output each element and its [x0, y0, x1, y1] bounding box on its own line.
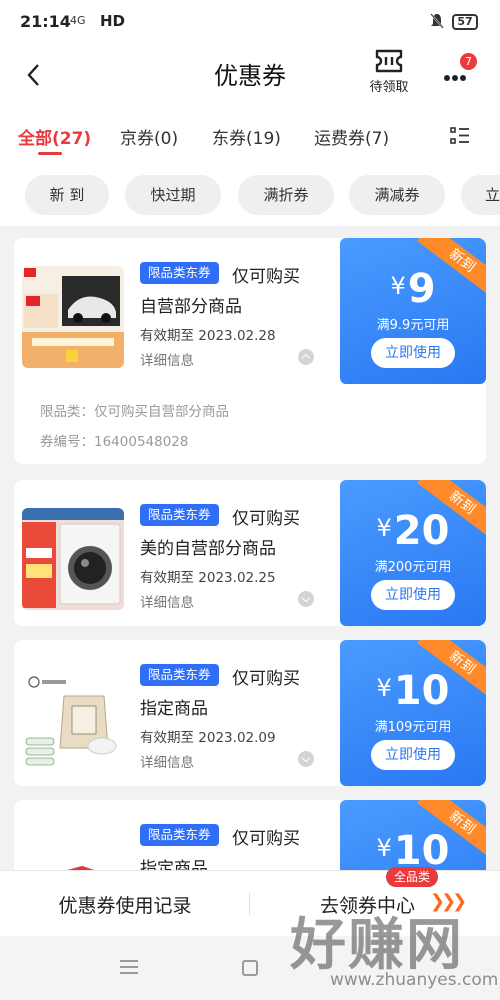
coupon-value-panel: 新到 ¥9 满9.9元可用 立即使用 — [340, 238, 486, 384]
bar-divider — [249, 893, 250, 915]
product-image-lego — [22, 266, 124, 368]
status-time: 21:14 — [20, 12, 71, 31]
coupon-amount: ¥10 — [340, 668, 486, 714]
coupon-type-tag: 限品类东券 — [140, 262, 219, 284]
mute-icon — [430, 13, 444, 29]
use-now-button[interactable]: 立即使用 — [371, 580, 455, 610]
coupon-condition: 满109元可用 — [374, 720, 452, 735]
home-nav-button[interactable] — [242, 960, 258, 976]
tab-shipping-coupon[interactable]: 运费券(7) — [314, 124, 389, 149]
expand-chevron-icon[interactable] — [298, 591, 314, 607]
filter-discount[interactable]: 满折券 — [238, 175, 334, 215]
product-image-washer — [22, 508, 124, 610]
filter-expiring[interactable]: 快过期 — [125, 175, 221, 215]
filter-chips: 新 到 快过期 满折券 满减券 立 — [0, 164, 500, 226]
status-bar: 21:14 4G HD 57 — [0, 0, 500, 46]
coupon-detail-link[interactable]: 详细信息 — [140, 591, 194, 611]
tabs-fade — [418, 116, 440, 152]
product-image-rice — [22, 668, 124, 770]
coupon-type-tag: 限品类东券 — [140, 664, 219, 686]
watermark-url: www.zhuanyes.com — [330, 970, 499, 990]
amount-value: 9 — [407, 266, 436, 312]
expand-chevron-icon[interactable] — [298, 751, 314, 767]
watermark-title: 好赚网 — [290, 913, 464, 978]
message-badge: 7 — [460, 53, 477, 70]
coupon-expiry: 有效期至 2023.02.09 — [140, 730, 276, 746]
more-icon — [444, 74, 468, 83]
coupon-usage-record-button[interactable]: 优惠券使用记录 — [0, 891, 250, 918]
coupon-type-tag: 限品类东券 — [140, 504, 219, 526]
all-category-badge: 全品类 — [386, 867, 439, 887]
coupon-card: 限品类东券 仅可购买 自营部分商品 有效期至 2023.02.28 详细信息 新… — [14, 238, 486, 464]
currency-symbol: ¥ — [376, 674, 392, 702]
page-title: 优惠券 — [214, 62, 286, 90]
coupon-condition: 满9.9元可用 — [376, 318, 450, 333]
network-label: HD — [100, 12, 126, 30]
coupon-scope-line1: 仅可购买 — [232, 267, 300, 287]
coupon-amount: ¥9 — [340, 266, 486, 312]
menu-nav-button[interactable] — [120, 960, 138, 976]
tab-all[interactable]: 全部(27) — [18, 124, 91, 149]
coupon-scope-line1: 仅可购买 — [232, 669, 300, 689]
signal-icon: 4G — [70, 14, 86, 27]
pending-label: 待领取 — [369, 80, 409, 95]
coupon-value-panel: 新到 ¥10 满109元可用 立即使用 — [340, 640, 486, 786]
filter-new[interactable]: 新 到 — [25, 175, 109, 215]
filter-full-reduction[interactable]: 满减券 — [349, 175, 445, 215]
coupon-scope-line2: 自营部分商品 — [140, 297, 242, 317]
active-tab-indicator — [38, 152, 62, 155]
coupon-card: 限品类东券 仅可购买 美的自营部分商品 有效期至 2023.02.25 详细信息… — [14, 480, 486, 626]
site-watermark: 好赚网 www.zhuanyes.com — [290, 896, 500, 1000]
coupon-category-info: 限品类：仅可购买自营部分商品 — [40, 404, 229, 420]
coupon-card: 限品类东券 仅可购买 指定商品 有效期至 2023.02.09 详细信息 新到 … — [14, 640, 486, 786]
ticket-icon — [375, 49, 403, 73]
tab-jing-coupon[interactable]: 京券(0) — [120, 124, 178, 149]
battery-icon: 57 — [452, 14, 478, 30]
coupon-amount: ¥20 — [340, 508, 486, 554]
amount-value: 10 — [393, 668, 450, 714]
filter-more[interactable]: 立 — [461, 175, 500, 215]
use-now-button[interactable]: 立即使用 — [371, 338, 455, 368]
list-menu-icon[interactable] — [450, 126, 470, 146]
coupon-type-tag: 限品类东券 — [140, 824, 219, 846]
coupon-number: 券编号：16400548028 — [40, 434, 189, 450]
currency-symbol: ¥ — [390, 272, 406, 300]
coupon-scope-line2: 美的自营部分商品 — [140, 539, 276, 559]
more-button[interactable]: 7 — [440, 53, 477, 90]
coupon-extra-info: 限品类：仅可购买自营部分商品 券编号：16400548028 — [14, 384, 340, 464]
coupon-scope-line1: 仅可购买 — [232, 829, 300, 849]
coupon-condition: 满200元可用 — [374, 560, 452, 575]
tab-dong-coupon[interactable]: 东券(19) — [212, 124, 281, 149]
collapse-chevron-icon[interactable] — [298, 349, 314, 365]
coupon-scope-line2: 指定商品 — [140, 699, 208, 719]
coupon-value-panel: 新到 ¥20 满200元可用 立即使用 — [340, 480, 486, 626]
use-now-button[interactable]: 立即使用 — [371, 740, 455, 770]
coupon-type-tabs: 全部(27) 京券(0) 东券(19) 运费券(7) — [0, 104, 500, 164]
currency-symbol: ¥ — [376, 514, 392, 542]
amount-value: 20 — [393, 508, 450, 554]
coupon-detail-link[interactable]: 详细信息 — [140, 751, 194, 771]
currency-symbol: ¥ — [376, 834, 392, 862]
pending-coupons-button[interactable]: 待领取 — [364, 48, 414, 95]
coupon-expiry: 有效期至 2023.02.28 — [140, 328, 276, 344]
coupon-expiry: 有效期至 2023.02.25 — [140, 570, 276, 586]
coupon-scope-line1: 仅可购买 — [232, 509, 300, 529]
coupon-detail-link[interactable]: 详细信息 — [140, 349, 194, 369]
nav-bar: 优惠券 待领取 7 — [0, 46, 500, 104]
